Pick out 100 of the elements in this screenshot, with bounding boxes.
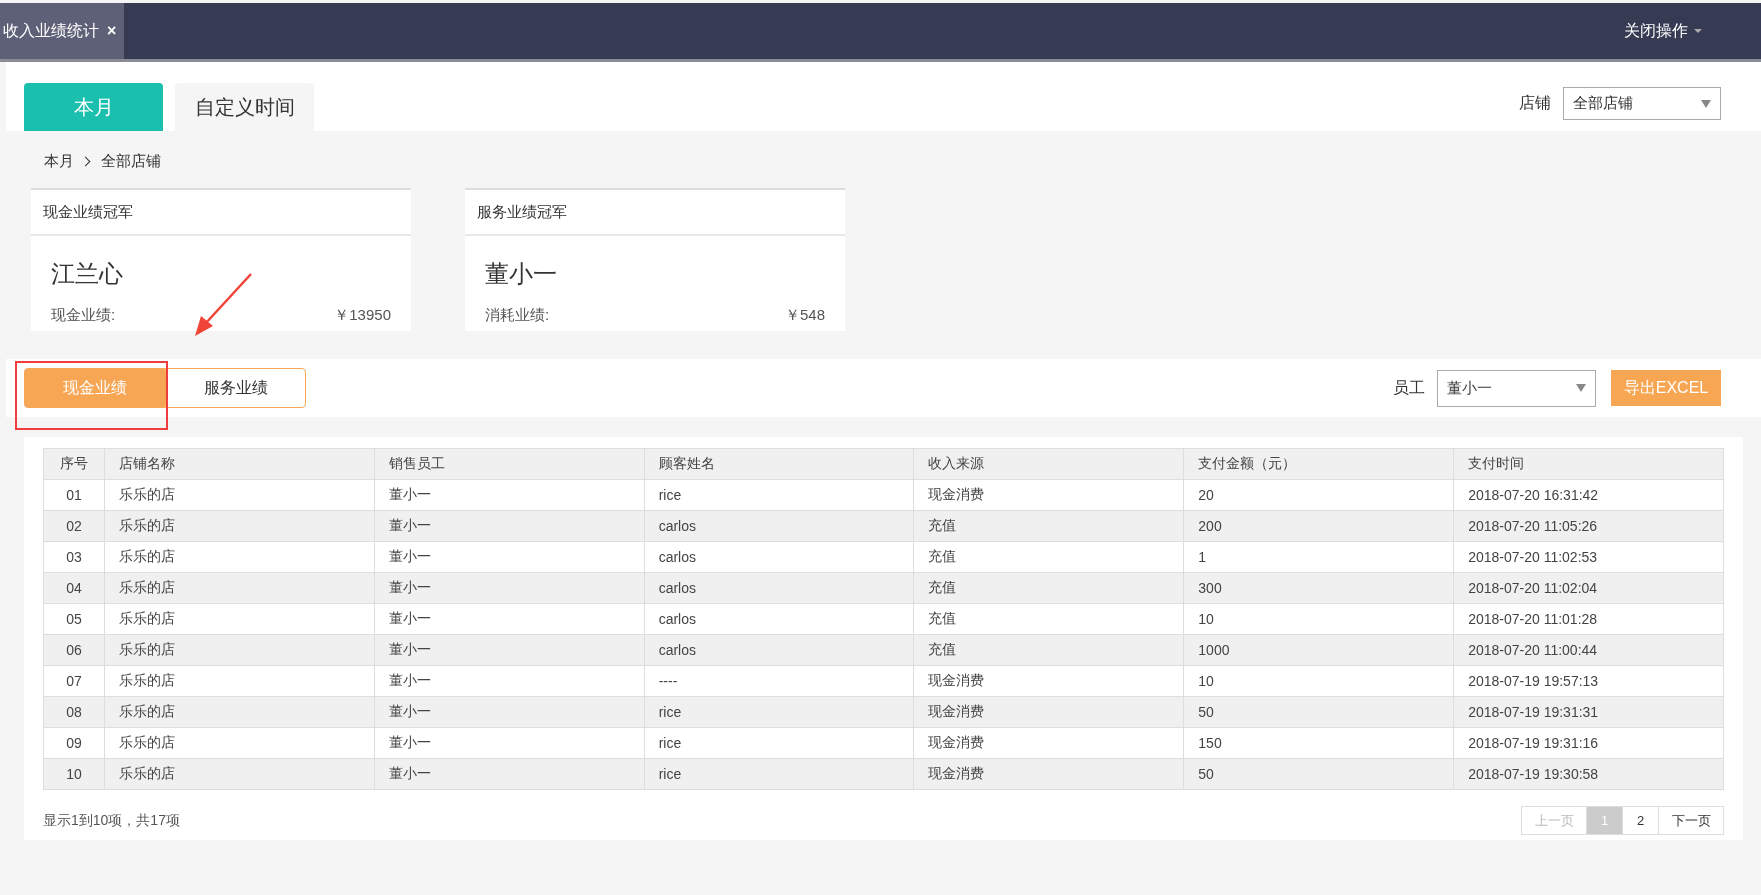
- filter-label: 店铺: [1519, 93, 1551, 113]
- table-cell: 乐乐的店: [104, 634, 375, 666]
- period-tab[interactable]: 自定义时间: [175, 83, 314, 131]
- column-header: 收入来源: [914, 448, 1184, 480]
- caret-icon: [1701, 99, 1711, 108]
- table-cell: 董小一: [374, 758, 645, 790]
- page-button[interactable]: 2: [1622, 806, 1659, 835]
- close-menu[interactable]: 关闭操作: [1624, 3, 1761, 59]
- table-cell: rice: [644, 479, 914, 511]
- table-cell: 现金消费: [914, 479, 1184, 511]
- table-cell: 08: [43, 696, 105, 728]
- table-cell: 2018-07-20 16:31:42: [1453, 479, 1724, 511]
- table-cell: carlos: [644, 634, 914, 666]
- table-cell: 董小一: [374, 479, 645, 511]
- table-cell: 03: [43, 541, 105, 573]
- table-cell: 乐乐的店: [104, 603, 375, 635]
- column-header: 支付金额（元）: [1183, 448, 1454, 480]
- dropdown-field[interactable]: 全部店铺: [1563, 87, 1721, 120]
- table-cell: 1000: [1183, 634, 1454, 666]
- table-cell: 充值: [914, 572, 1184, 604]
- column-header: 店铺名称: [104, 448, 375, 480]
- table-cell: 2018-07-19 19:57:13: [1453, 665, 1724, 697]
- table-cell: 2018-07-20 11:05:26: [1453, 510, 1724, 542]
- card-title: 现金业绩冠军: [31, 190, 411, 236]
- champion-name: 江兰心: [51, 259, 124, 289]
- table-cell: 06: [43, 634, 105, 666]
- table-cell: 乐乐的店: [104, 541, 375, 573]
- table-cell: 董小一: [374, 572, 645, 604]
- metric-amount: ￥13950: [334, 306, 391, 325]
- table-cell: 现金消费: [914, 727, 1184, 759]
- table-cell: 现金消费: [914, 758, 1184, 790]
- table-cell: 董小一: [374, 541, 645, 573]
- table-cell: 2018-07-20 11:02:04: [1453, 572, 1724, 604]
- caret-icon: [1576, 384, 1586, 392]
- table-cell: 董小一: [374, 665, 645, 697]
- table-cell: 2018-07-19 19:30:58: [1453, 758, 1724, 790]
- table-cell: 150: [1183, 727, 1454, 759]
- table-cell: 乐乐的店: [104, 696, 375, 728]
- table-cell: 乐乐的店: [104, 572, 375, 604]
- table-cell: carlos: [644, 510, 914, 542]
- column-header: 支付时间: [1453, 448, 1724, 480]
- table-cell: 1: [1183, 541, 1454, 573]
- table-cell: rice: [644, 758, 914, 790]
- page-tab[interactable]: 收入业绩统计 ×: [0, 3, 125, 59]
- column-header: 销售员工: [374, 448, 645, 480]
- table-cell: carlos: [644, 572, 914, 604]
- close-icon[interactable]: ×: [107, 22, 117, 40]
- dropdown-field[interactable]: 董小一: [1437, 369, 1596, 407]
- table-cell: 乐乐的店: [104, 727, 375, 759]
- table-cell: 50: [1183, 696, 1454, 728]
- table-cell: 10: [1183, 603, 1454, 635]
- table-cell: 乐乐的店: [104, 665, 375, 697]
- table-cell: 07: [43, 665, 105, 697]
- table-cell: 充值: [914, 603, 1184, 635]
- table-cell: carlos: [644, 541, 914, 573]
- table-cell: 充值: [914, 541, 1184, 573]
- card-title: 服务业绩冠军: [465, 190, 845, 236]
- table-cell: 乐乐的店: [104, 510, 375, 542]
- table-cell: 2018-07-19 19:31:31: [1453, 696, 1724, 728]
- table-cell: 2018-07-19 19:31:16: [1453, 727, 1724, 759]
- performance-tab[interactable]: 服务业绩: [165, 368, 306, 408]
- table-cell: 02: [43, 510, 105, 542]
- table-cell: ----: [644, 665, 914, 697]
- table-cell: 2018-07-20 11:01:28: [1453, 603, 1724, 635]
- table-cell: 现金消费: [914, 665, 1184, 697]
- metric-label: 消耗业绩:: [485, 306, 550, 325]
- table-cell: 04: [43, 572, 105, 604]
- table-cell: 董小一: [374, 603, 645, 635]
- next-page-button[interactable]: 下一页: [1658, 806, 1724, 835]
- table-cell: 200: [1183, 510, 1454, 542]
- table-cell: 乐乐的店: [104, 479, 375, 511]
- filter-label: 员工: [1393, 377, 1425, 398]
- metric-label: 现金业绩:: [51, 306, 116, 325]
- breadcrumb-item: 全部店铺: [101, 151, 161, 171]
- table-cell: 2018-07-20 11:00:44: [1453, 634, 1724, 666]
- table-cell: 充值: [914, 510, 1184, 542]
- table-cell: 乐乐的店: [104, 758, 375, 790]
- table-cell: 2018-07-20 11:02:53: [1453, 541, 1724, 573]
- table-cell: 01: [43, 479, 105, 511]
- champion-name: 董小一: [485, 259, 558, 289]
- table-cell: 09: [43, 727, 105, 759]
- table-cell: 20: [1183, 479, 1454, 511]
- table-cell: 10: [43, 758, 105, 790]
- table-cell: 董小一: [374, 510, 645, 542]
- caret-icon: [1694, 29, 1702, 33]
- column-header: 序号: [43, 448, 105, 480]
- table-cell: 董小一: [374, 727, 645, 759]
- table-cell: 10: [1183, 665, 1454, 697]
- column-header: 顾客姓名: [644, 448, 914, 480]
- annotation-arrow: [193, 272, 253, 338]
- table-cell: 05: [43, 603, 105, 635]
- metric-amount: ￥548: [784, 306, 825, 325]
- breadcrumb-item[interactable]: 本月: [44, 151, 74, 171]
- table-cell: 董小一: [374, 696, 645, 728]
- table-cell: 董小一: [374, 634, 645, 666]
- page-summary: 显示1到10项，共17项: [43, 811, 180, 830]
- table-cell: 50: [1183, 758, 1454, 790]
- table-cell: rice: [644, 727, 914, 759]
- table-cell: rice: [644, 696, 914, 728]
- table-cell: carlos: [644, 603, 914, 635]
